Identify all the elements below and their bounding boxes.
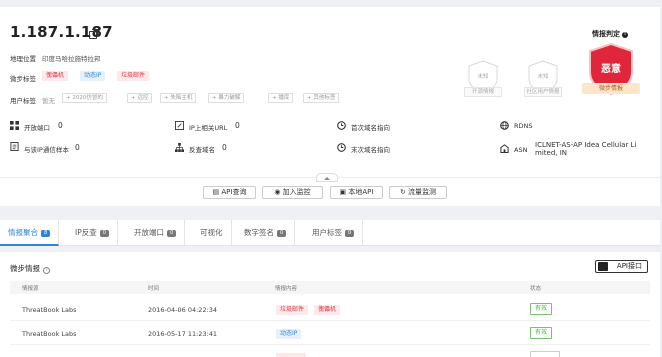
row1-tag-puppet[interactable]: 傀儡机 (314, 305, 341, 315)
row2-source: ThreatBook Labs (22, 330, 77, 338)
location-label: 地理位置 (10, 55, 36, 63)
sample-file-icon (10, 142, 19, 151)
row1-tag-spam[interactable]: 垃圾邮件 (276, 305, 309, 315)
tab-ip-reverse[interactable]: IP反查 0 (67, 220, 118, 246)
samples-value[interactable]: 0 (75, 143, 80, 152)
samples-label: 与该IP通信样本 (24, 146, 69, 154)
row3-tag-partial (276, 353, 306, 357)
threatbook-verdict: 恶意 微步情报 (582, 43, 640, 99)
user-tags-label: 用户标签 (10, 97, 36, 105)
col-time: 时间 (148, 286, 160, 292)
row1-status: 有效 (530, 303, 553, 315)
row-separator (10, 320, 650, 321)
intel-tags-label: 微步标签 (10, 75, 36, 83)
network-icon (175, 143, 184, 152)
intel-tag-puppet[interactable]: 傀儡机 (42, 71, 69, 81)
threatbook-status: 恶意 (601, 64, 621, 75)
open-ports-label: 开放端口 (24, 124, 50, 132)
last-domain-label: 末次域名指向 (351, 146, 390, 154)
threatbook-intel-panel: 微步情报? API接口 情报源 时间 情报内容 状态 ThreatBook La… (0, 252, 660, 357)
port-icon (10, 121, 19, 130)
row2-time: 2016-05-17 11:23:41 (148, 330, 218, 338)
local-api-button[interactable]: ▣ 本地API (330, 186, 383, 199)
reverse-domain-label: 反查域名 (189, 146, 215, 154)
globe-icon (500, 121, 509, 130)
community-status: 未知 (537, 74, 549, 80)
suggest-tag-remote[interactable]: + 远控 (127, 93, 153, 103)
community-label: 社区用户情报 (524, 87, 562, 97)
row2-tag-dynamic-ip[interactable]: 动态IP (276, 329, 302, 339)
row-separator (10, 344, 650, 345)
suggest-tag-2020[interactable]: + 2020仿冒的 (62, 93, 107, 103)
monitor-icon: ◉ (274, 188, 283, 196)
intel-tag-dynamic-ip[interactable]: 动态IP (80, 71, 106, 81)
traffic-monitor-button[interactable]: ↻ 流量监测 (389, 186, 447, 199)
verdict-title: 情报判定! (592, 30, 628, 38)
api-query-button[interactable]: ▤ API查询 (203, 186, 256, 199)
suggest-tag-compromised[interactable]: + 失陷主机 (160, 93, 197, 103)
row1-source: ThreatBook Labs (22, 306, 77, 314)
info-icon[interactable]: ! (622, 32, 628, 38)
tab-digital-signature[interactable]: 数字签名 0 (236, 220, 296, 246)
community-verdict: 未知 社区用户情报 (524, 59, 562, 97)
open-source-status: 未知 (477, 74, 489, 80)
asn-value[interactable]: ICLNET-AS-AP Idea Cellular Li mited, IN (535, 141, 636, 157)
row3-status-partial (530, 351, 560, 357)
rdns-label: RDNS (514, 122, 533, 130)
clock-icon (337, 143, 346, 152)
tab-open-ports[interactable]: 开放端口 0 (126, 220, 186, 246)
row1-time: 2016-04-06 04:22:34 (148, 306, 218, 314)
link-icon (175, 121, 184, 130)
tab-intel-aggregation[interactable]: 情报聚合 8 (0, 220, 60, 246)
row2-status: 有效 (530, 327, 553, 339)
add-monitor-button[interactable]: ◉ 加入监控 (262, 186, 323, 199)
clock-icon (337, 121, 346, 130)
suggest-tag-brute-force[interactable]: + 暴力破解 (208, 93, 245, 103)
intel-tag-spam[interactable]: 垃圾邮件 (117, 71, 150, 81)
col-content: 情报内容 (275, 286, 298, 292)
tab-visualization[interactable]: 可视化 (192, 220, 232, 246)
tab-user-tags[interactable]: 用户标签 0 (304, 220, 364, 246)
traffic-icon: ↻ (399, 188, 409, 196)
help-icon[interactable]: ? (43, 267, 50, 274)
open-source-label: 开源情报 (464, 87, 502, 97)
col-source: 情报源 (22, 286, 39, 292)
open-ports-value[interactable]: 0 (58, 121, 63, 130)
copy-icon[interactable] (89, 29, 98, 39)
related-url-value[interactable]: 0 (235, 121, 240, 130)
open-source-verdict: 未知 开源情报 (464, 59, 502, 97)
threatbook-label: 微步情报 (582, 83, 640, 94)
ip-summary-card: 1.187.1.187 地理位置 印度马哈拉施特拉邦 微步标签 傀儡机 动态IP… (0, 7, 660, 206)
location-value: 印度马哈拉施特拉邦 (42, 55, 101, 63)
user-tags-none: 暂无 (42, 97, 55, 105)
asn-label: ASN (514, 146, 528, 154)
suggest-tag-other[interactable]: + 其他标签 (303, 93, 340, 103)
table-header: 情报源 时间 情报内容 状态 (10, 281, 650, 294)
col-status: 状态 (530, 286, 542, 292)
api-interface-button[interactable]: API接口 (595, 260, 648, 273)
panel-title: 微步情报? (10, 263, 50, 274)
suggest-tag-dump[interactable]: + 播库 (268, 93, 294, 103)
first-domain-label: 首次域名指向 (351, 124, 390, 132)
related-url-label: IP上相关URL (189, 124, 228, 132)
key-icon (598, 262, 608, 271)
collapse-toggle-button[interactable] (316, 173, 338, 182)
reverse-domain-value[interactable]: 0 (222, 143, 227, 152)
asn-building-icon (500, 144, 509, 153)
